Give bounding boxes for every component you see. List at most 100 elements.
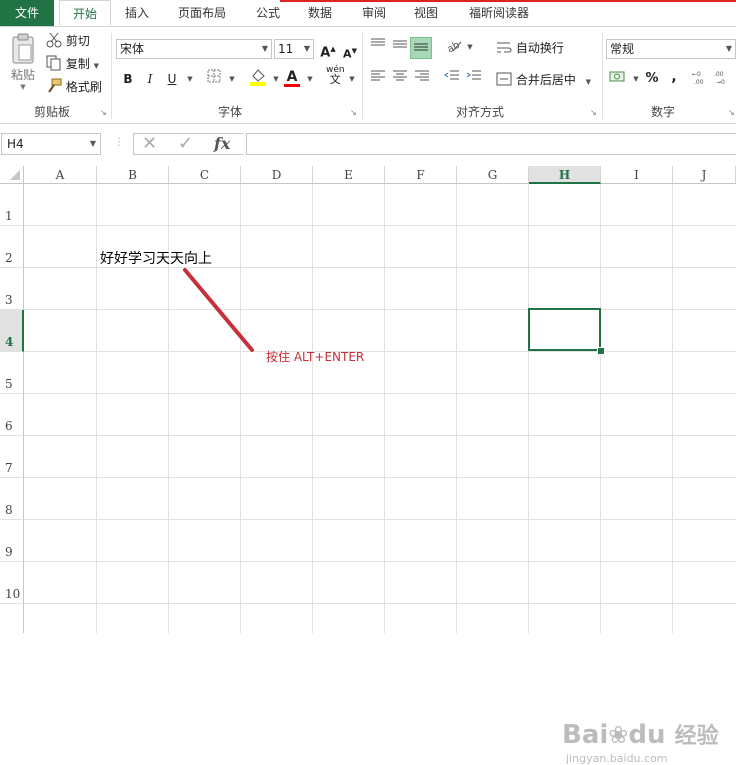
chevron-down-icon: ▼ (303, 44, 310, 53)
italic-button[interactable]: I (140, 69, 160, 89)
decrease-decimal-button[interactable]: .00 →0 (714, 69, 734, 89)
decrease-indent-icon (444, 70, 459, 80)
svg-text:→0: →0 (716, 79, 725, 85)
grow-font-button[interactable]: A▲ (318, 39, 338, 61)
merge-dropdown-icon[interactable]: ▼ (586, 78, 591, 86)
tab-foxit-reader[interactable]: 福昕阅读器 (460, 0, 538, 26)
name-box-value: H4 (7, 137, 24, 151)
align-center-icon (393, 70, 407, 81)
font-color-button[interactable]: A (282, 67, 302, 87)
wrap-text-icon (496, 40, 512, 57)
align-top-icon (371, 38, 385, 46)
shrink-font-icon: A (343, 47, 352, 61)
number-format-value: 常规 (610, 42, 635, 56)
baidu-watermark: Bai❀du 经验 jingyan.baidu.com (562, 720, 719, 765)
grow-font-icon: A (320, 45, 331, 61)
number-group-label: 数字 (650, 105, 675, 119)
copy-dropdown-icon[interactable]: ▼ (94, 62, 99, 70)
fill-handle[interactable] (597, 347, 605, 355)
svg-text:←0: ←0 (692, 71, 701, 78)
insert-function-icon[interactable]: fx (214, 134, 230, 154)
borders-button[interactable] (204, 69, 224, 89)
formula-bar: H4 ▼ ⋮ ✕ ✓ fx (0, 131, 736, 157)
clipboard-group-label: 剪贴板 (33, 105, 70, 119)
format-painter-button[interactable]: 格式刷 (46, 78, 102, 97)
increase-indent-icon (466, 70, 481, 80)
font-size-combo[interactable]: 11 ▼ (274, 39, 314, 59)
paw-icon: ❀ (608, 721, 629, 749)
copy-label: 复制 (65, 57, 90, 71)
clipboard-launcher-icon[interactable]: ↘ (100, 109, 108, 117)
align-left-button[interactable] (368, 69, 388, 89)
copy-button[interactable]: 复制 ▼ (46, 55, 99, 74)
align-bottom-button[interactable] (410, 37, 432, 59)
align-middle-icon (393, 40, 407, 48)
align-middle-button[interactable] (390, 37, 410, 57)
watermark-brand-suffix: du (628, 720, 666, 750)
svg-text:.00: .00 (714, 71, 724, 78)
formula-input[interactable] (246, 133, 736, 155)
watermark-cn: 经验 (674, 724, 719, 749)
align-bottom-icon (414, 43, 428, 51)
wrap-text-label: 自动换行 (515, 41, 564, 55)
increase-indent-button[interactable] (464, 69, 484, 89)
chevron-down-icon: ▼ (89, 139, 96, 148)
watermark-url: jingyan.baidu.com (566, 752, 668, 765)
tab-view[interactable]: 视图 (406, 0, 446, 26)
bold-button[interactable]: B (118, 69, 138, 89)
ribbon: 粘贴 ▼ 剪切 复制 ▼ 格式刷 剪贴板 ↘ 宋体 ▼ 11 ▼ A▲ A▼ B… (0, 27, 736, 124)
tab-file[interactable]: 文件 (0, 0, 54, 26)
tab-page-layout[interactable]: 页面布局 (166, 0, 238, 26)
alignment-launcher-icon[interactable]: ↘ (590, 109, 598, 117)
paste-button[interactable]: 粘贴 ▼ (6, 33, 40, 91)
increase-decimal-icon: ←0.00 (692, 71, 704, 86)
align-center-button[interactable] (390, 69, 410, 89)
borders-icon (207, 69, 221, 83)
wrap-text-button[interactable]: 自动换行 (496, 39, 564, 57)
fill-color-button[interactable] (248, 67, 268, 87)
borders-dropdown-icon[interactable]: ▼ (222, 69, 242, 89)
font-color-icon: A (286, 69, 298, 85)
align-top-button[interactable] (368, 37, 388, 57)
number-format-combo[interactable]: 常规 ▼ (606, 39, 736, 59)
selected-cell-h4[interactable] (528, 308, 601, 351)
name-box[interactable]: H4 ▼ (1, 133, 101, 155)
underline-button[interactable]: U (162, 69, 182, 89)
number-launcher-icon[interactable]: ↘ (728, 109, 736, 117)
merge-center-label: 合并后居中 (515, 73, 576, 87)
phonetic-dropdown-icon[interactable]: ▼ (342, 69, 362, 89)
cancel-icon[interactable]: ✕ (142, 134, 157, 154)
chevron-down-icon: ▼ (725, 44, 732, 53)
tab-data[interactable]: 数据 (300, 0, 340, 26)
alignment-group-label: 对齐方式 (455, 105, 504, 119)
worksheet-grid[interactable]: A B C D E F G H I J 1 2 3 4 5 6 7 8 9 10… (0, 166, 736, 765)
font-name-combo[interactable]: 宋体 ▼ (116, 39, 272, 59)
decrease-indent-button[interactable] (442, 69, 462, 89)
cut-button[interactable]: 剪切 (46, 32, 90, 51)
paste-icon (12, 33, 34, 64)
paste-dropdown-icon[interactable]: ▼ (6, 83, 40, 91)
chevron-down-icon: ▼ (261, 44, 268, 53)
enter-check-icon[interactable]: ✓ (178, 134, 193, 154)
annotation-text: 按住 ALT+ENTER (266, 350, 365, 364)
tab-home[interactable]: 开始 (59, 0, 111, 26)
underline-dropdown-icon[interactable]: ▼ (180, 69, 200, 89)
increase-decimal-button[interactable]: ←0.00 (692, 69, 712, 89)
tab-insert[interactable]: 插入 (116, 0, 158, 26)
ribbon-tab-bar: 文件 开始 插入 页面布局 公式 数据 审阅 视图 福昕阅读器 (0, 0, 736, 27)
tab-review[interactable]: 审阅 (354, 0, 394, 26)
font-size-value: 11 (278, 42, 294, 56)
decrease-decimal-icon: .00→0 (714, 71, 725, 86)
align-right-button[interactable] (412, 69, 432, 89)
orientation-dropdown-icon[interactable]: ▼ (460, 37, 480, 57)
comma-button[interactable]: , (664, 67, 684, 87)
percent-button[interactable]: % (642, 69, 662, 89)
font-color-dropdown-icon[interactable]: ▼ (300, 69, 320, 89)
merge-center-button[interactable]: 合并后居中 ▼ (496, 71, 591, 89)
accounting-format-button[interactable] (608, 69, 628, 89)
merge-cells-icon (496, 72, 512, 89)
font-launcher-icon[interactable]: ↘ (350, 109, 358, 117)
tab-formulas[interactable]: 公式 (248, 0, 288, 26)
svg-text:.00: .00 (694, 79, 704, 85)
shrink-font-button[interactable]: A▼ (340, 41, 360, 61)
